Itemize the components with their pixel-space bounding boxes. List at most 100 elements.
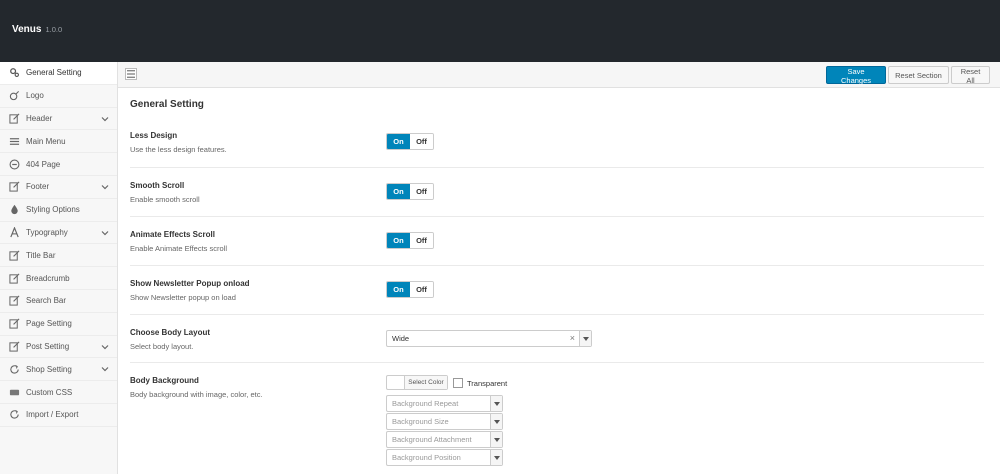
background-repeat-select[interactable]: Background Repeat bbox=[386, 395, 503, 412]
setting-description: Select body layout. bbox=[130, 342, 194, 351]
select-placeholder: Background Attachment bbox=[392, 435, 472, 444]
setting-title: Smooth Scroll bbox=[130, 181, 185, 190]
sidebar-item-title-bar[interactable]: Title Bar bbox=[0, 244, 117, 268]
app-name: Venus bbox=[12, 24, 42, 35]
minus-circle-icon bbox=[8, 158, 20, 170]
sidebar-item-shop-setting[interactable]: Shop Setting bbox=[0, 358, 117, 382]
setting-description: Use the less design features. bbox=[130, 145, 227, 154]
background-attachment-select[interactable]: Background Attachment bbox=[386, 431, 503, 448]
sidebar-item-label: Page Setting bbox=[26, 319, 72, 329]
caret-down-icon[interactable] bbox=[490, 432, 502, 447]
sidebar-item-404-page[interactable]: 404 Page bbox=[0, 153, 117, 176]
sidebar-item-label: Main Menu bbox=[26, 136, 66, 146]
edit-icon bbox=[8, 272, 20, 284]
sidebar-item-logo[interactable]: Logo bbox=[0, 85, 117, 108]
chevron-down-icon bbox=[101, 230, 109, 235]
select-color-label: Select Color bbox=[405, 376, 447, 389]
select-placeholder: Background Repeat bbox=[392, 399, 459, 408]
select-color-button[interactable]: Select Color bbox=[386, 375, 448, 390]
chevron-down-icon bbox=[101, 185, 109, 190]
switch-on[interactable]: On bbox=[387, 233, 410, 248]
chevron-down-icon bbox=[101, 116, 109, 121]
sidebar-item-main-menu[interactable]: Main Menu bbox=[0, 130, 117, 154]
app-brand: Venus 1.0.0 bbox=[12, 24, 62, 35]
transparent-label: Transparent bbox=[467, 379, 508, 388]
sidebar-item-footer[interactable]: Footer bbox=[0, 176, 117, 199]
reset-all-button[interactable]: Reset All bbox=[951, 66, 990, 85]
less-design-switch[interactable]: On Off bbox=[386, 133, 434, 150]
caret-down-icon[interactable] bbox=[490, 450, 502, 465]
sidebar-item-label: Breadcrumb bbox=[26, 273, 70, 283]
select-placeholder: Background Size bbox=[392, 417, 449, 426]
setting-less-design: Less Design Use the less design features… bbox=[130, 118, 984, 168]
background-position-select[interactable]: Background Position bbox=[386, 449, 503, 466]
caret-down-icon[interactable] bbox=[579, 331, 591, 346]
sidebar-item-header[interactable]: Header bbox=[0, 108, 117, 131]
save-changes-button[interactable]: Save Changes bbox=[826, 66, 886, 85]
switch-off[interactable]: Off bbox=[410, 233, 433, 248]
edit-icon bbox=[8, 340, 20, 352]
switch-on[interactable]: On bbox=[387, 134, 410, 149]
select-placeholder: Background Position bbox=[392, 453, 461, 462]
sidebar-item-search-bar[interactable]: Search Bar bbox=[0, 290, 117, 313]
sidebar-item-label: Logo bbox=[26, 91, 44, 101]
sidebar-item-custom-css[interactable]: Custom CSS bbox=[0, 381, 117, 404]
sidebar-item-general-setting[interactable]: General Setting bbox=[0, 62, 117, 85]
app-version: 1.0.0 bbox=[45, 25, 63, 34]
sidebar-item-label: General Setting bbox=[26, 68, 82, 78]
animate-scroll-switch[interactable]: On Off bbox=[386, 232, 434, 249]
tint-icon bbox=[8, 204, 20, 216]
switch-off[interactable]: Off bbox=[410, 282, 433, 297]
edit-icon bbox=[8, 181, 20, 193]
gears-icon bbox=[8, 67, 20, 79]
sidebar-item-label: Styling Options bbox=[26, 205, 80, 215]
clear-icon[interactable]: × bbox=[570, 333, 575, 343]
caret-down-icon[interactable] bbox=[490, 396, 502, 411]
toolbar: Save Changes Reset Section Reset All bbox=[118, 62, 1000, 88]
sidebar-item-page-setting[interactable]: Page Setting bbox=[0, 313, 117, 336]
setting-newsletter-popup: Show Newsletter Popup onload Show Newsle… bbox=[130, 265, 984, 315]
smooth-scroll-switch[interactable]: On Off bbox=[386, 183, 434, 200]
chevron-down-icon bbox=[101, 344, 109, 349]
sidebar-item-label: Shop Setting bbox=[26, 364, 72, 374]
newsletter-popup-switch[interactable]: On Off bbox=[386, 281, 434, 298]
setting-body-layout: Choose Body Layout Select body layout. W… bbox=[130, 314, 984, 363]
sidebar-item-label: Title Bar bbox=[26, 250, 56, 260]
grid-icon bbox=[127, 70, 135, 78]
sidebar-item-label: 404 Page bbox=[26, 159, 61, 169]
switch-on[interactable]: On bbox=[387, 282, 410, 297]
setting-title: Choose Body Layout bbox=[130, 328, 211, 337]
top-bar: Venus 1.0.0 bbox=[0, 0, 1000, 62]
sidebar-item-styling-options[interactable]: Styling Options bbox=[0, 199, 117, 222]
setting-smooth-scroll: Smooth Scroll Enable smooth scroll On Of… bbox=[130, 167, 984, 217]
chevron-down-icon bbox=[101, 367, 109, 372]
sidebar-item-breadcrumb[interactable]: Breadcrumb bbox=[0, 267, 117, 290]
edit-icon bbox=[8, 249, 20, 261]
background-size-select[interactable]: Background Size bbox=[386, 413, 503, 430]
setting-title: Show Newsletter Popup onload bbox=[130, 279, 250, 288]
switch-off[interactable]: Off bbox=[410, 184, 433, 199]
sidebar-item-label: Import / Export bbox=[26, 410, 79, 420]
sidebar-item-label: Typography bbox=[26, 227, 68, 237]
sidebar-item-label: Custom CSS bbox=[26, 387, 73, 397]
setting-title: Body Background bbox=[130, 376, 199, 385]
sidebar-item-label: Search Bar bbox=[26, 296, 67, 306]
reset-section-button[interactable]: Reset Section bbox=[888, 66, 949, 84]
setting-title: Animate Effects Scroll bbox=[130, 230, 215, 239]
switch-on[interactable]: On bbox=[387, 184, 410, 199]
sidebar-item-typography[interactable]: Typography bbox=[0, 222, 117, 245]
setting-description: Body background with image, color, etc. bbox=[130, 390, 263, 399]
expand-options-button[interactable] bbox=[125, 68, 137, 80]
body-layout-select[interactable]: Wide × bbox=[386, 330, 592, 347]
css-icon bbox=[8, 386, 20, 398]
sidebar-item-import-export[interactable]: Import / Export bbox=[0, 404, 117, 427]
setting-body-background: Body Background Body background with ima… bbox=[130, 362, 984, 474]
main-panel: Save Changes Reset Section Reset All Gen… bbox=[118, 62, 1000, 474]
edit-icon bbox=[8, 295, 20, 307]
switch-off[interactable]: Off bbox=[410, 134, 433, 149]
setting-description: Enable smooth scroll bbox=[130, 195, 200, 204]
sidebar-item-post-setting[interactable]: Post Setting bbox=[0, 336, 117, 359]
caret-down-icon[interactable] bbox=[490, 414, 502, 429]
transparent-checkbox[interactable] bbox=[453, 378, 463, 388]
sidebar-item-label: Post Setting bbox=[26, 341, 70, 351]
